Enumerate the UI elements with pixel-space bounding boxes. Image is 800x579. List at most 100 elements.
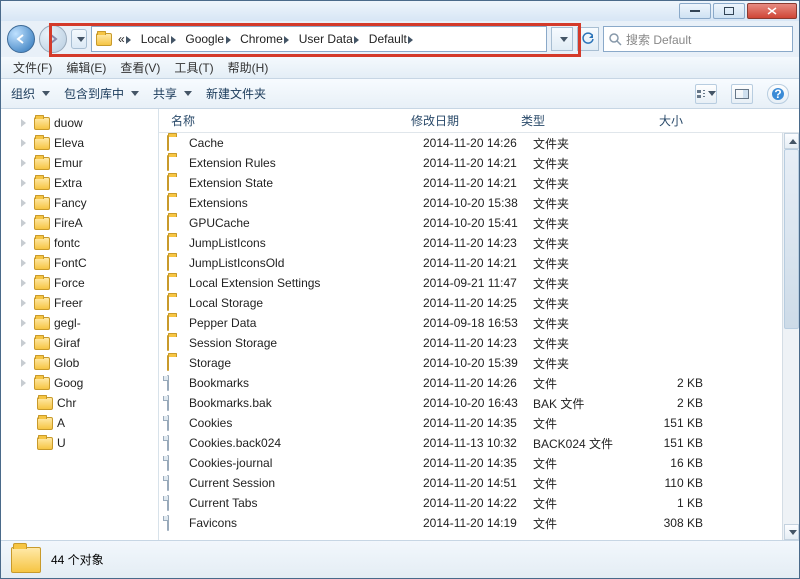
file-date: 2014-11-20 14:21	[423, 156, 533, 170]
tree-item[interactable]: Freer	[1, 293, 158, 313]
list-item[interactable]: Cookies.back0242014-11-13 10:32BACK024 文…	[159, 433, 782, 453]
breadcrumb-segment[interactable]: Google	[183, 32, 238, 46]
share-button[interactable]: 共享	[153, 85, 192, 102]
menu-item[interactable]: 工具(T)	[170, 57, 217, 78]
file-icon	[167, 455, 169, 471]
list-item[interactable]: Cache2014-11-20 14:26文件夹	[159, 133, 782, 153]
breadcrumb-segment[interactable]: User Data	[297, 32, 367, 46]
list-item[interactable]: GPUCache2014-10-20 15:41文件夹	[159, 213, 782, 233]
preview-pane-button[interactable]	[731, 84, 753, 104]
tree-label: U	[57, 436, 66, 450]
file-date: 2014-11-20 14:21	[423, 176, 533, 190]
expand-icon	[21, 219, 30, 227]
col-size[interactable]: 大小	[617, 112, 687, 129]
list-item[interactable]: Cookies-journal2014-11-20 14:35文件16 KB	[159, 453, 782, 473]
file-list[interactable]: Cache2014-11-20 14:26文件夹Extension Rules2…	[159, 133, 782, 540]
scroll-thumb[interactable]	[784, 149, 799, 329]
tree-item[interactable]: Emur	[1, 153, 158, 173]
menu-item[interactable]: 查看(V)	[116, 57, 164, 78]
column-headers[interactable]: 名称 修改日期 类型 大小	[159, 109, 799, 133]
expand-icon	[21, 159, 30, 167]
history-dropdown-icon[interactable]	[71, 29, 87, 49]
tree-item[interactable]: Giraf	[1, 333, 158, 353]
menu-item[interactable]: 帮助(H)	[224, 57, 273, 78]
file-type: 文件夹	[533, 175, 633, 192]
breadcrumb-segment[interactable]: Local	[139, 32, 184, 46]
file-size: 2 KB	[633, 376, 703, 390]
view-mode-button[interactable]	[695, 84, 717, 104]
col-date[interactable]: 修改日期	[407, 112, 517, 129]
file-size: 151 KB	[633, 436, 703, 450]
list-item[interactable]: Extension State2014-11-20 14:21文件夹	[159, 173, 782, 193]
breadcrumb-segment[interactable]: Chrome	[238, 32, 297, 46]
col-type[interactable]: 类型	[517, 112, 617, 129]
forward-button[interactable]	[39, 25, 67, 53]
list-item[interactable]: Cookies2014-11-20 14:35文件151 KB	[159, 413, 782, 433]
file-type: 文件夹	[533, 335, 633, 352]
list-item[interactable]: Current Tabs2014-11-20 14:22文件1 KB	[159, 493, 782, 513]
file-date: 2014-11-20 14:21	[423, 256, 533, 270]
tree-item[interactable]: Chr	[1, 393, 158, 413]
new-folder-button[interactable]: 新建文件夹	[206, 85, 266, 102]
list-item[interactable]: Favicons2014-11-20 14:19文件308 KB	[159, 513, 782, 533]
close-button[interactable]	[747, 3, 797, 19]
search-input[interactable]: 搜索 Default	[603, 26, 793, 52]
folder-icon	[34, 137, 50, 150]
tree-item[interactable]: FireA	[1, 213, 158, 233]
file-date: 2014-10-20 15:41	[423, 216, 533, 230]
folder-tree[interactable]: duowElevaEmurExtraFancyFireAfontcFontCFo…	[1, 109, 159, 540]
list-item[interactable]: Bookmarks.bak2014-10-20 16:43BAK 文件2 KB	[159, 393, 782, 413]
tree-item[interactable]: Glob	[1, 353, 158, 373]
folder-icon	[167, 255, 169, 271]
maximize-button[interactable]	[713, 3, 745, 19]
tree-item[interactable]: Extra	[1, 173, 158, 193]
back-button[interactable]	[7, 25, 35, 53]
list-item[interactable]: JumpListIcons2014-11-20 14:23文件夹	[159, 233, 782, 253]
list-item[interactable]: Local Extension Settings2014-09-21 11:47…	[159, 273, 782, 293]
folder-icon	[34, 317, 50, 330]
refresh-button[interactable]	[577, 27, 599, 51]
list-item[interactable]: Extension Rules2014-11-20 14:21文件夹	[159, 153, 782, 173]
folder-icon	[167, 215, 169, 231]
list-item[interactable]: Pepper Data2014-09-18 16:53文件夹	[159, 313, 782, 333]
tree-item[interactable]: FontC	[1, 253, 158, 273]
organize-button[interactable]: 组织	[11, 85, 50, 102]
tree-item[interactable]: Fancy	[1, 193, 158, 213]
tree-item[interactable]: Eleva	[1, 133, 158, 153]
menu-item[interactable]: 文件(F)	[9, 57, 56, 78]
status-text: 44 个对象	[51, 551, 104, 568]
list-item[interactable]: JumpListIconsOld2014-11-20 14:21文件夹	[159, 253, 782, 273]
tree-item[interactable]: Force	[1, 273, 158, 293]
list-item[interactable]: Current Session2014-11-20 14:51文件110 KB	[159, 473, 782, 493]
include-in-library-button[interactable]: 包含到库中	[64, 85, 139, 102]
breadcrumb-segment[interactable]: «	[116, 32, 139, 46]
list-item[interactable]: Session Storage2014-11-20 14:23文件夹	[159, 333, 782, 353]
scroll-down-icon[interactable]	[784, 524, 799, 540]
tree-item[interactable]: U	[1, 433, 158, 453]
list-item[interactable]: Bookmarks2014-11-20 14:26文件2 KB	[159, 373, 782, 393]
tree-item[interactable]: gegl-	[1, 313, 158, 333]
tree-item[interactable]: A	[1, 413, 158, 433]
folder-icon	[34, 177, 50, 190]
col-name[interactable]: 名称	[167, 112, 407, 129]
help-button[interactable]: ?	[767, 84, 789, 104]
folder-icon	[167, 315, 169, 331]
file-name: Cache	[189, 136, 423, 150]
menu-item[interactable]: 编辑(E)	[62, 57, 110, 78]
folder-icon	[96, 33, 112, 46]
tree-item[interactable]: Goog	[1, 373, 158, 393]
scroll-up-icon[interactable]	[784, 133, 799, 149]
tree-label: gegl-	[54, 316, 81, 330]
expand-icon	[21, 239, 30, 247]
tree-item[interactable]: fontc	[1, 233, 158, 253]
address-bar[interactable]: «LocalGoogleChromeUser DataDefault	[91, 26, 547, 52]
address-dropdown[interactable]	[551, 27, 573, 51]
breadcrumb-segment[interactable]: Default	[367, 32, 421, 46]
list-item[interactable]: Extensions2014-10-20 15:38文件夹	[159, 193, 782, 213]
list-item[interactable]: Storage2014-10-20 15:39文件夹	[159, 353, 782, 373]
file-date: 2014-10-20 15:39	[423, 356, 533, 370]
scrollbar[interactable]	[782, 133, 799, 540]
tree-item[interactable]: duow	[1, 113, 158, 133]
minimize-button[interactable]	[679, 3, 711, 19]
list-item[interactable]: Local Storage2014-11-20 14:25文件夹	[159, 293, 782, 313]
